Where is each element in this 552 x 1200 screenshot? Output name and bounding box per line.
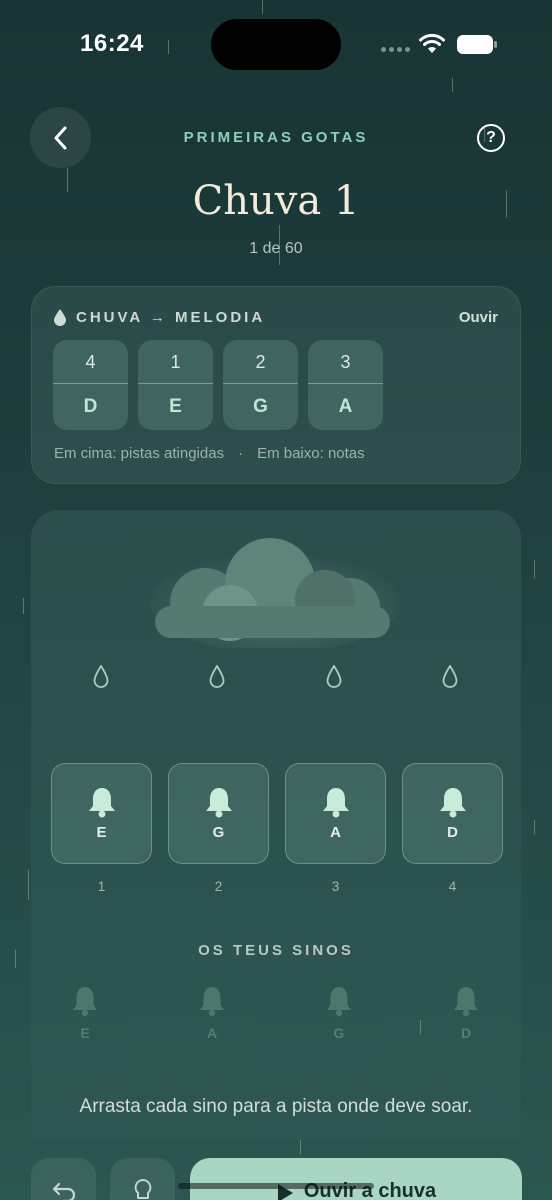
melody-card-title: CHUVA → MELODIA <box>76 309 266 326</box>
chip-note: E <box>169 396 182 417</box>
lightbulb-icon <box>134 1179 151 1199</box>
chip-track: 1 <box>170 351 181 372</box>
track-number: 2 <box>214 878 223 894</box>
slot-bell-note: G <box>212 824 225 841</box>
melody-legend: Em cima: pistas atingidas · Em baixo: no… <box>54 445 365 462</box>
level-pack-label: PRIMEIRAS GOTAS <box>183 129 369 146</box>
status-bar: 16:24 <box>0 0 552 90</box>
bell-icon <box>205 788 232 818</box>
undo-icon <box>52 1182 75 1200</box>
bell-icon <box>322 788 349 818</box>
chip-note: A <box>338 396 353 417</box>
instruction-text: Arrasta cada sino para a pista onde deve… <box>79 1096 473 1117</box>
track-number: 4 <box>448 878 457 894</box>
bell-note: G <box>333 1025 345 1041</box>
raindrop-icon <box>326 665 342 688</box>
bell-icon <box>200 987 224 1017</box>
track-numbers: 1 2 3 4 <box>51 878 503 894</box>
bell-icon <box>88 788 115 818</box>
draggable-bell[interactable]: E <box>55 985 115 1041</box>
draggable-bell[interactable]: D <box>436 985 496 1041</box>
melody-sequence: 4 D 1 E 2 G 3 A <box>53 340 383 430</box>
cellular-signal-icon <box>381 47 410 52</box>
listen-melody-button[interactable]: Ouvir <box>459 309 498 326</box>
legend-top: Em cima: pistas atingidas <box>54 445 225 462</box>
hint-button[interactable] <box>110 1158 175 1200</box>
chip-track: 2 <box>255 351 266 372</box>
draggable-bell[interactable]: G <box>309 985 369 1041</box>
chip-note: G <box>253 396 268 417</box>
slot-bell-note: A <box>330 824 341 841</box>
track-number: 3 <box>331 878 340 894</box>
chip-note: D <box>83 396 98 417</box>
track-slot[interactable]: G <box>168 763 269 864</box>
bell-icon <box>73 987 97 1017</box>
melody-chip: 3 A <box>308 340 383 430</box>
melody-chip: 2 G <box>223 340 298 430</box>
wifi-icon <box>419 33 445 53</box>
help-button[interactable]: ? <box>477 124 505 152</box>
bell-icon <box>454 987 478 1017</box>
track-slot[interactable]: A <box>285 763 386 864</box>
battery-icon <box>457 35 497 54</box>
raindrop-icon <box>93 665 109 688</box>
chip-track: 4 <box>85 351 96 372</box>
slot-bell-note: E <box>96 824 107 841</box>
level-progress: 1 de 60 <box>249 240 303 257</box>
dynamic-island <box>211 19 341 70</box>
track-slot[interactable]: E <box>51 763 152 864</box>
listen-rain-button[interactable]: Ouvir a chuva <box>190 1158 522 1200</box>
legend-separator: · <box>238 445 244 462</box>
undo-button[interactable] <box>31 1158 96 1200</box>
bell-note: A <box>206 1025 218 1041</box>
slot-bell-note: D <box>447 824 458 841</box>
bell-note: D <box>460 1025 472 1041</box>
track-number: 1 <box>97 878 106 894</box>
melody-chip: 1 E <box>138 340 213 430</box>
your-bells-title: OS TEUS SINOS <box>198 942 354 959</box>
question-icon: ? <box>486 129 496 146</box>
melody-chip: 4 D <box>53 340 128 430</box>
bell-note: E <box>80 1025 90 1041</box>
cloud-icon <box>150 538 400 648</box>
track-slots: E G A D <box>51 763 503 864</box>
bell-icon <box>439 788 466 818</box>
chip-track: 3 <box>340 351 351 372</box>
legend-bottom: Em baixo: notas <box>257 445 365 462</box>
page-title: Chuva 1 <box>192 178 360 224</box>
bell-icon <box>327 987 351 1017</box>
raindrop-icon <box>209 665 225 688</box>
melody-card: CHUVA → MELODIA Ouvir 4 D 1 E 2 G 3 A Em… <box>31 286 521 484</box>
home-indicator <box>178 1183 374 1189</box>
raindrop-icon <box>442 665 458 688</box>
draggable-bell[interactable]: A <box>182 985 242 1041</box>
raindrop-icon <box>54 309 66 326</box>
status-time: 16:24 <box>80 30 144 57</box>
track-slot[interactable]: D <box>402 763 503 864</box>
